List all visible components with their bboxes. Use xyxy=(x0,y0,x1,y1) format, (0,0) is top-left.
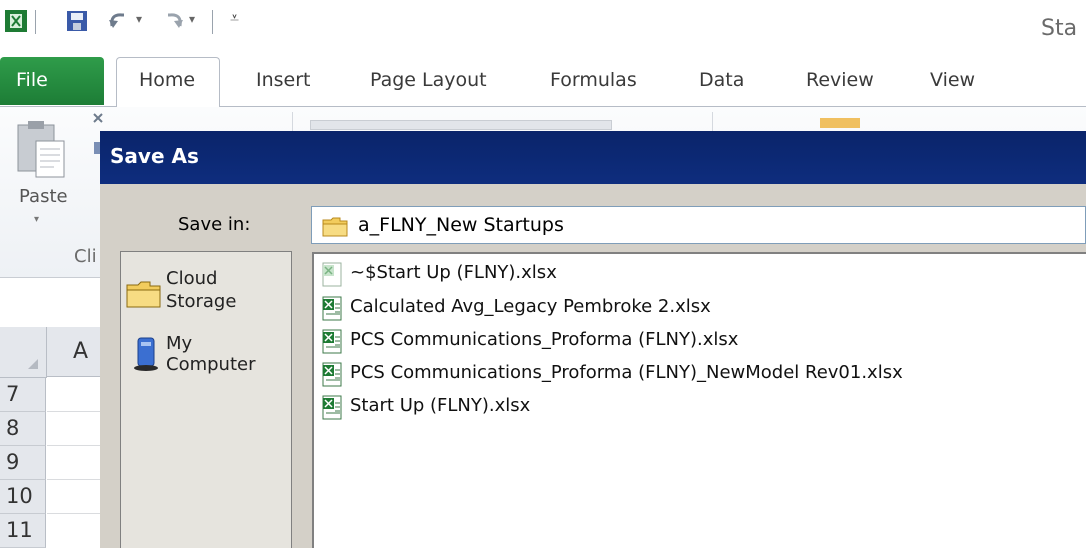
undo-dropdown-icon[interactable]: ▾ xyxy=(136,12,142,26)
file-name: Start Up (FLNY).xlsx xyxy=(350,395,531,416)
excel-file-icon xyxy=(322,362,342,387)
file-name: ~$Start Up (FLNY).xlsx xyxy=(350,262,557,283)
excel-file-icon xyxy=(322,395,342,420)
fill-color-icon[interactable] xyxy=(820,118,860,128)
file-name: Calculated Avg_Legacy Pembroke 2.xlsx xyxy=(350,296,711,317)
place-label: Computer xyxy=(166,354,256,375)
file-item[interactable]: PCS Communications_Proforma (FLNY)_NewMo… xyxy=(320,360,1020,390)
tab-insert[interactable]: Insert xyxy=(256,69,311,91)
place-my-computer[interactable]: My Computer xyxy=(126,332,286,390)
save-in-dropdown[interactable]: a_FLNY_New Startups xyxy=(311,206,1086,244)
place-label: My xyxy=(166,333,193,354)
select-all-triangle-icon xyxy=(28,359,38,369)
place-label: Storage xyxy=(166,291,237,312)
place-label: Cloud xyxy=(166,268,218,289)
excel-file-icon xyxy=(322,329,342,354)
window-title: Sta xyxy=(1041,16,1078,41)
places-bar: Cloud Storage My Computer xyxy=(121,252,291,548)
tab-data[interactable]: Data xyxy=(699,69,744,91)
tab-home[interactable]: Home xyxy=(116,57,220,107)
font-name-box[interactable] xyxy=(310,120,612,130)
paste-icon[interactable] xyxy=(14,119,68,179)
tab-file[interactable]: File xyxy=(0,57,104,105)
file-list[interactable]: ~$Start Up (FLNY).xlsx Calculated Avg_Le… xyxy=(312,252,1086,548)
save-in-value: a_FLNY_New Startups xyxy=(358,214,564,236)
row-header[interactable]: 9 xyxy=(0,446,46,480)
dialog-title: Save As xyxy=(100,131,1086,184)
row-header[interactable]: 10 xyxy=(0,480,46,514)
tab-page-layout[interactable]: Page Layout xyxy=(370,69,487,91)
file-name: PCS Communications_Proforma (FLNY)_NewMo… xyxy=(350,362,903,383)
select-all-corner[interactable] xyxy=(0,327,47,378)
paste-dropdown-icon[interactable]: ▾ xyxy=(34,214,39,225)
row-header[interactable]: 11 xyxy=(0,514,46,548)
folder-icon xyxy=(126,281,161,308)
quick-access-toolbar: ▾ ▾ ⩡ Sta xyxy=(0,0,1086,52)
excel-file-icon xyxy=(322,296,342,321)
clipboard-group-label: Cli xyxy=(74,246,97,267)
save-icon[interactable] xyxy=(66,6,90,36)
file-item[interactable]: Start Up (FLNY).xlsx xyxy=(320,393,1020,423)
tab-view[interactable]: View xyxy=(930,69,975,91)
file-item[interactable]: Calculated Avg_Legacy Pembroke 2.xlsx xyxy=(320,294,1020,324)
tab-formulas[interactable]: Formulas xyxy=(550,69,637,91)
my-computer-icon xyxy=(134,337,158,371)
save-as-dialog: Save As Save in: a_FLNY_New Startups Clo… xyxy=(100,131,1086,548)
row-header[interactable]: 8 xyxy=(0,412,46,446)
redo-icon[interactable] xyxy=(160,6,186,36)
file-item[interactable]: PCS Communications_Proforma (FLNY).xlsx xyxy=(320,327,1020,357)
paste-button[interactable]: Paste xyxy=(19,186,68,207)
file-name: PCS Communications_Proforma (FLNY).xlsx xyxy=(350,329,739,350)
save-in-label: Save in: xyxy=(178,214,251,235)
folder-icon xyxy=(322,217,348,237)
redo-dropdown-icon[interactable]: ▾ xyxy=(189,12,195,26)
column-header-a[interactable]: A xyxy=(47,327,107,377)
tab-review[interactable]: Review xyxy=(806,69,874,91)
file-item[interactable]: ~$Start Up (FLNY).xlsx xyxy=(320,260,1020,290)
place-cloud-storage[interactable]: Cloud Storage xyxy=(126,267,286,325)
excel-logo-icon[interactable] xyxy=(4,6,30,36)
row-header[interactable]: 7 xyxy=(0,378,46,412)
excel-temp-file-icon xyxy=(322,262,342,287)
undo-icon[interactable] xyxy=(106,6,132,36)
customize-qat-icon[interactable]: ⩡ xyxy=(230,8,239,28)
